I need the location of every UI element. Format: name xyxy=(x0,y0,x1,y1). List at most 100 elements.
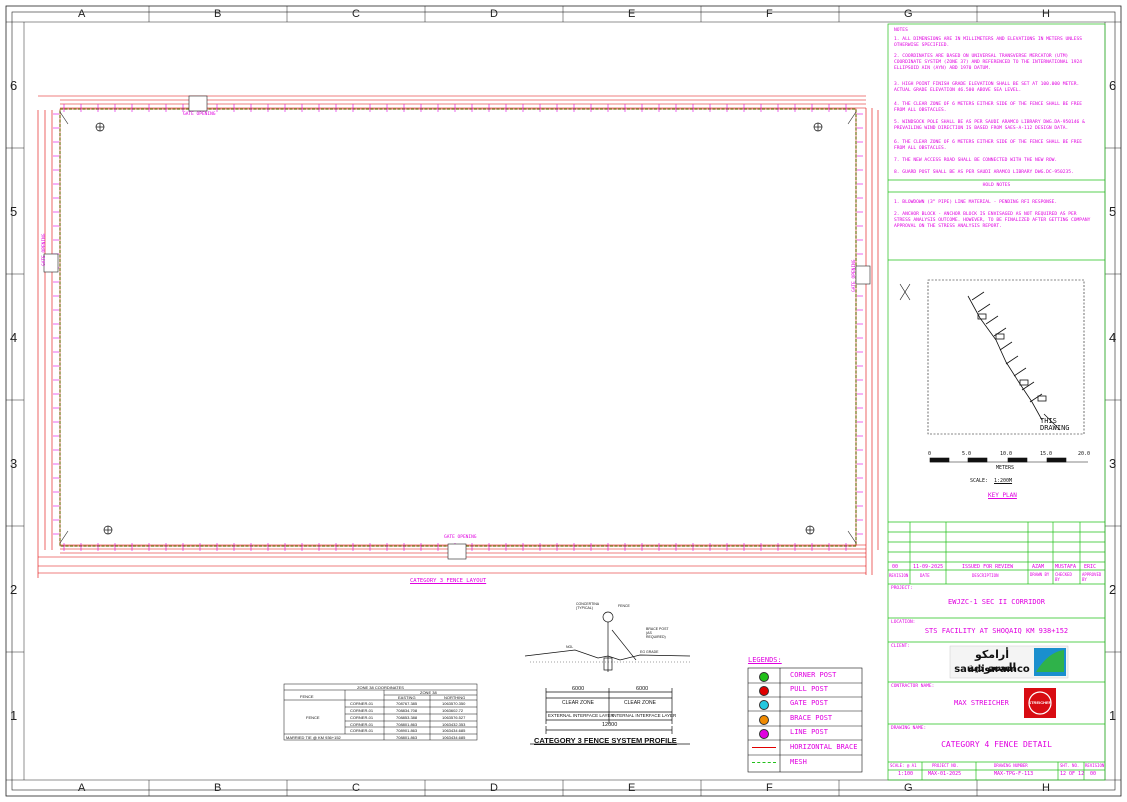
client-label: CLIENT: xyxy=(891,644,910,649)
legend-title: LEGENDS: xyxy=(748,656,782,664)
zone-number: 1 xyxy=(1109,708,1117,723)
coord-cell: CORNER-01 xyxy=(350,715,374,720)
footer-revision: 00 xyxy=(1090,771,1097,777)
profile-left-dimension: 6000 xyxy=(572,686,585,692)
gate-opening-label: GATE OPENING xyxy=(444,535,477,540)
profile-left-layer: EXTERNAL INTERFACE LAYER xyxy=(548,713,614,718)
hold-notes-header: HOLD NOTES xyxy=(982,183,1011,188)
profile-total-dimension: 12000 xyxy=(602,722,618,728)
legend-symbol-icon xyxy=(752,762,776,763)
scale-label: SCALE: xyxy=(970,478,989,484)
profile-ngl-label: NGL xyxy=(566,645,574,649)
zone-letter: A xyxy=(78,782,86,794)
zone-letter: C xyxy=(352,8,360,20)
profile-eg-label: EG GRADE xyxy=(640,650,659,654)
coord-col-fence: FENCE xyxy=(300,694,314,699)
coord-cell: 708834.708 xyxy=(396,708,418,713)
zone-letter: F xyxy=(766,782,773,794)
zone-letter: G xyxy=(904,782,913,794)
zone-letter: B xyxy=(214,782,222,794)
coord-table-title: ZONE 38 COORDINATES xyxy=(357,685,404,690)
footer-header: SCALE: @ A1 xyxy=(890,763,917,768)
legend-label: PULL POST xyxy=(790,685,828,693)
coord-cell: CORNER-01 xyxy=(350,708,374,713)
coord-cell: 1063576.527 xyxy=(442,715,466,720)
zone-number: 6 xyxy=(10,78,18,93)
revision-drawn: AZAM xyxy=(1032,564,1045,570)
profile-concertina-label: CONCERTINA (TYPICAL) xyxy=(576,602,599,610)
footer-header: REVISION xyxy=(1085,763,1105,768)
footer-project-no: MAX-01-2025 xyxy=(928,771,962,777)
client-latin-name: saudi aramco xyxy=(954,664,1030,675)
streicher-logo-text: STREICHER xyxy=(1028,700,1052,705)
coord-col-easting: EASTING xyxy=(398,695,416,700)
profile-brace-label: BRACE POST (AS REQUIRED) xyxy=(646,627,669,639)
footer-header: SHT. NO. xyxy=(1060,763,1080,768)
zone-number: 4 xyxy=(1109,330,1117,345)
profile-fence-label: FENCE xyxy=(618,604,630,608)
coord-cell: CORNER-01 xyxy=(350,728,374,733)
profile-right-layer: INTERNAL INTERFACE LAYER xyxy=(612,713,677,718)
revision-checked: MUSTAFA xyxy=(1055,564,1077,570)
coord-cell: 708801.863 xyxy=(396,722,418,727)
drawing-sheet: A B C D E F G H A B C D E F G H 6 5 4 3 … xyxy=(0,0,1127,802)
coord-footer-label: MARRIED TIE @ KM 936+152 xyxy=(286,735,341,740)
zone-number: 2 xyxy=(10,582,18,597)
zone-number: 1 xyxy=(10,708,18,723)
drawing-name-label: DRAWING NAME: xyxy=(891,726,927,731)
coord-cell: 1063434.685 xyxy=(442,728,466,733)
scale-tick: 0 xyxy=(928,451,932,457)
coord-col-northing: NORTHING xyxy=(444,695,466,700)
note-item: 4. THE CLEAR ZONE OF 6 METERS EITHER SID… xyxy=(894,102,1083,113)
legend-label: BRACE POST xyxy=(790,714,833,722)
notes-header: NOTES xyxy=(894,28,908,33)
drawing-name: CATEGORY 4 FENCE DETAIL xyxy=(941,740,1052,749)
zone-letter: F xyxy=(766,8,773,20)
revision-header: DESCRIPTION xyxy=(972,573,999,578)
scale-tick: 20.0 xyxy=(1078,451,1091,457)
revision-date: 11-09-2025 xyxy=(913,564,944,570)
profile-title: CATEGORY 3 FENCE SYSTEM PROFILE xyxy=(534,736,677,745)
legend-symbol-icon xyxy=(759,729,769,739)
revision-header: DATE xyxy=(920,573,930,578)
scale-value: 1:200M xyxy=(994,478,1013,484)
footer-sheet-no: 12 OF 12 xyxy=(1060,771,1085,777)
footer-header: DRAWING NUMBER xyxy=(994,763,1028,768)
legend-label: LINE POST xyxy=(790,728,828,736)
coord-col-zone: ZONE 38 xyxy=(420,690,437,695)
zone-number: 4 xyxy=(10,330,18,345)
zone-number: 5 xyxy=(1109,204,1117,219)
this-drawing-label: THIS DRAWING xyxy=(1040,417,1070,432)
zone-letter: D xyxy=(490,782,498,794)
legend-symbol-icon xyxy=(759,672,769,682)
contractor-label: CONTRACTOR NAME: xyxy=(891,684,935,689)
location-label: LOCATION: xyxy=(891,620,916,625)
zone-number: 3 xyxy=(10,456,18,471)
legend-symbol-icon xyxy=(752,747,776,748)
revision-header: APPROVED BY xyxy=(1082,572,1102,582)
project-name: EWJZC-1 SEC II CORRIDOR xyxy=(948,598,1045,606)
profile-left-zone: CLEAR ZONE xyxy=(562,700,594,706)
coord-footer-northing: 1063434.685 xyxy=(442,735,466,740)
note-item: 6. THE CLEAR ZONE OF 6 METERS EITHER SID… xyxy=(894,140,1083,151)
zone-letter: G xyxy=(904,8,913,20)
profile-right-dimension: 6000 xyxy=(636,686,649,692)
coord-cell: 708901.863 xyxy=(396,728,418,733)
note-item: 2. COORDINATES ARE BASED ON UNIVERSAL TR… xyxy=(894,54,1083,71)
zone-letter: H xyxy=(1042,782,1050,794)
coord-group-label: FENCE xyxy=(306,715,320,720)
hold-note-item: 2. ANCHOR BLOCK - ANCHOR BLOCK IS ENVISA… xyxy=(894,212,1091,229)
revision-header: REVISION xyxy=(889,573,909,578)
gate-opening-label: GATE OPENING xyxy=(42,233,47,266)
key-plan-title: KEY PLAN xyxy=(988,492,1017,499)
revision-header: CHECKED BY xyxy=(1055,572,1072,582)
zone-number: 2 xyxy=(1109,582,1117,597)
coord-cell: 1063432.353 xyxy=(442,722,466,727)
coord-cell: CORNER-01 xyxy=(350,722,374,727)
note-item: 7. THE NEW ACCESS ROAD SHALL BE CONNECTE… xyxy=(894,158,1058,163)
coord-cell: 1063570.350 xyxy=(442,701,466,706)
project-label: PROJECT: xyxy=(891,586,913,591)
gate-opening-label: GATE OPENING xyxy=(852,259,857,292)
coord-cell: 708767.385 xyxy=(396,701,418,706)
note-item: 1. ALL DIMENSIONS ARE IN MILLIMETERS AND… xyxy=(894,37,1083,48)
